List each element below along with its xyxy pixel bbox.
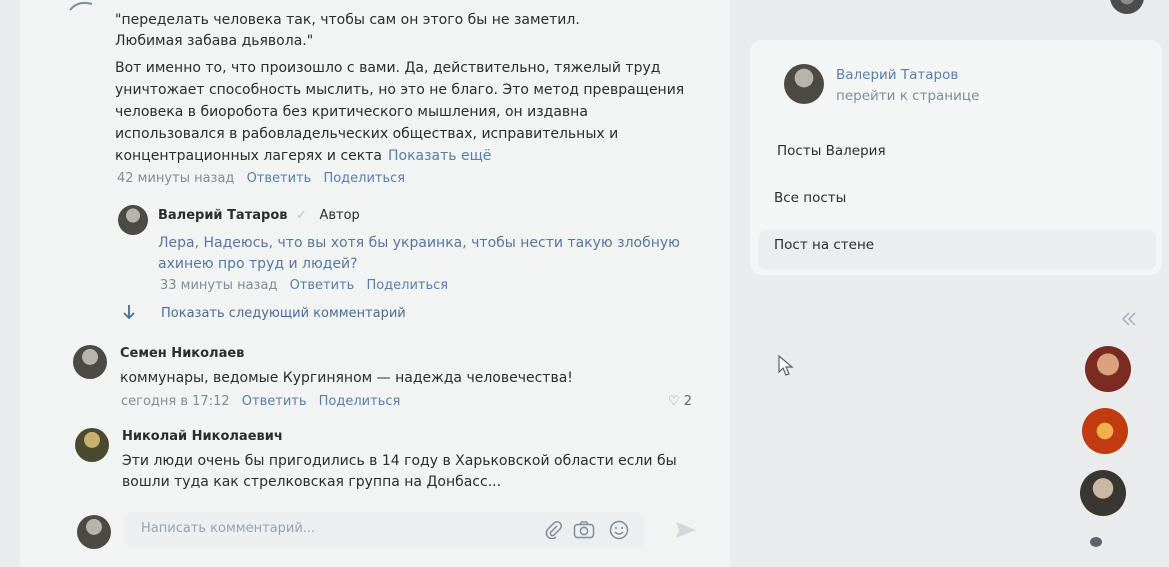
profile-link[interactable]: перейти к странице (836, 88, 979, 104)
profile-avatar[interactable] (784, 64, 824, 104)
chat-avatar[interactable] (1082, 408, 1128, 454)
comment-time[interactable]: 42 минуты назад (117, 171, 234, 186)
avatar[interactable] (75, 428, 109, 462)
chat-avatar[interactable] (1080, 470, 1126, 516)
reply-button[interactable]: Ответить (242, 394, 307, 409)
share-arrow-icon[interactable] (68, 0, 94, 12)
comment-line: Любимая забава дьявола." (115, 33, 314, 49)
chat-avatar[interactable] (1085, 346, 1131, 392)
author-badge: Автор (319, 208, 360, 223)
share-button[interactable]: Поделиться (323, 171, 405, 186)
comment-line: вошли туда как стрелковская группа на До… (122, 474, 502, 490)
comment-line: Лера, Надеюсь, что вы хотя бы украинка, … (158, 235, 680, 251)
reply-button[interactable]: Ответить (290, 278, 355, 293)
arrow-down-icon[interactable] (122, 304, 136, 320)
like-button[interactable]: ♡ 2 (668, 394, 692, 409)
nav-item-user-posts[interactable]: Посты Валерия (777, 143, 886, 159)
show-next-comment-button[interactable]: Показать следующий комментарий (161, 306, 406, 321)
share-button[interactable]: Поделиться (366, 278, 448, 293)
post-navigation-panel: Валерий Татаров перейти к странице Посты… (750, 40, 1162, 275)
comment-meta: 42 минуты назад Ответить Поделиться (117, 171, 413, 186)
comment-line: человека в биоробота без критического мы… (115, 104, 588, 120)
verified-check-icon: ✓ (296, 208, 307, 223)
comment-line-text: концентрационных лагерях и секта (115, 148, 382, 164)
smile-icon[interactable] (609, 520, 629, 540)
comment-time[interactable]: 33 минуты назад (160, 278, 277, 293)
comment-line: уничтожает способность мыслить, но это н… (115, 82, 685, 98)
heart-icon: ♡ (668, 394, 680, 409)
avatar[interactable] (1110, 0, 1144, 14)
author-name[interactable]: Николай Николаевич (122, 429, 283, 444)
double-chevron-left-icon[interactable] (1120, 312, 1138, 326)
avatar[interactable] (118, 205, 148, 235)
share-button[interactable]: Поделиться (319, 394, 401, 409)
send-icon[interactable] (675, 520, 697, 540)
comment-text: коммунары, ведомые Кургиняном — надежда … (120, 370, 573, 386)
comment-meta: сегодня в 17:12 Ответить Поделиться (121, 394, 408, 409)
mouse-pointer-icon (778, 355, 794, 376)
profile-name[interactable]: Валерий Татаров (836, 67, 958, 83)
author-name[interactable]: Валерий Татаров (158, 208, 287, 223)
comment-line: Эти люди очень бы пригодились в 14 году … (122, 453, 677, 469)
comment-line: Вот именно то, что произошло с вами. Да,… (115, 60, 661, 76)
message-bubble-icon[interactable] (1090, 537, 1102, 547)
nav-item-wall-post[interactable]: Пост на стене (774, 237, 874, 253)
comment-line: использовался в рабовладельческих общест… (115, 126, 619, 142)
comment-composer (125, 512, 645, 548)
reply-button[interactable]: Ответить (247, 171, 312, 186)
comment-line: ахинею про труд и людей? (158, 256, 358, 272)
show-more-link[interactable]: Показать ещё (388, 148, 491, 164)
camera-icon[interactable] (573, 520, 595, 540)
comment-author: Валерий Татаров ✓ Автор (158, 208, 360, 223)
comment-meta: 33 минуты назад Ответить Поделиться (160, 278, 456, 293)
comment-time[interactable]: сегодня в 17:12 (121, 394, 230, 409)
paperclip-icon[interactable] (545, 521, 563, 539)
comment-input[interactable] (139, 520, 533, 537)
comments-feed: "переделать человека так, чтобы сам он э… (20, 0, 730, 567)
comment-line: концентрационных лагерях и секта Показать… (115, 146, 491, 167)
author-name[interactable]: Семен Николаев (120, 346, 244, 361)
like-count: 2 (683, 394, 693, 409)
nav-item-all-posts[interactable]: Все посты (774, 190, 846, 206)
avatar[interactable] (73, 345, 107, 379)
current-user-avatar[interactable] (77, 515, 111, 549)
comment-line: "переделать человека так, чтобы сам он э… (115, 12, 580, 28)
